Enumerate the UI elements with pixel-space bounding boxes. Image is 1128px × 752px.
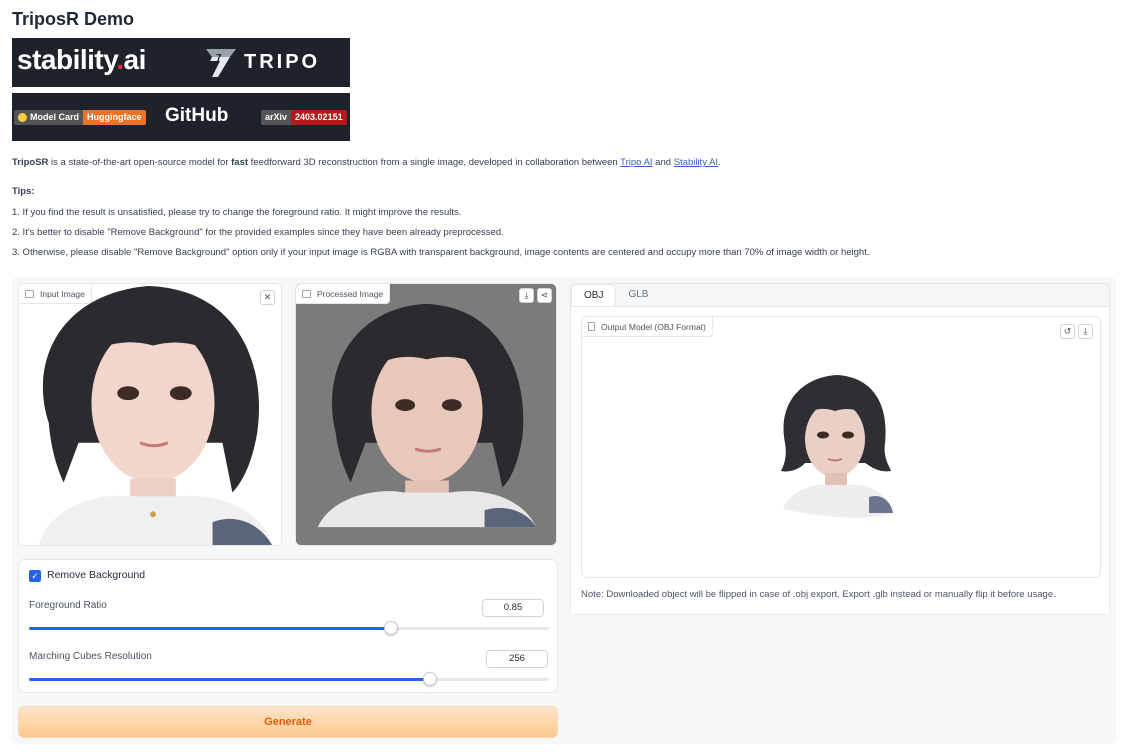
- tip-item: 1. If you find the result is unsatisfied…: [12, 207, 462, 218]
- foreground-ratio-fill: [29, 627, 391, 630]
- share-icon[interactable]: ⋖: [537, 288, 552, 303]
- foreground-ratio-input[interactable]: 0.85: [482, 599, 544, 617]
- file-icon: [588, 322, 595, 331]
- output-tabs: OBJ GLB: [571, 284, 660, 306]
- download-icon[interactable]: ⤓: [519, 288, 534, 303]
- foreground-ratio-label: Foreground Ratio: [29, 600, 107, 611]
- processed-image-panel[interactable]: Processed Image ⤓ ⋖: [295, 283, 557, 546]
- input-image-label-text: Input Image: [40, 288, 85, 299]
- description-end: .: [718, 157, 721, 168]
- tripo-ai-link[interactable]: Tripo AI: [620, 157, 652, 168]
- logo-banner: stability.ai 7 TRIPO: [12, 38, 350, 87]
- description-bold: fast: [231, 157, 249, 168]
- remove-background-checkbox[interactable]: ✓: [29, 570, 41, 582]
- output-panel: OBJ GLB Output Model (OBJ Format) ↺ ⤓ No…: [570, 283, 1110, 615]
- tip-item: 2. It's better to disable "Remove Backgr…: [12, 227, 504, 238]
- github-link[interactable]: GitHub: [165, 105, 228, 127]
- tripo-icon: 7: [206, 49, 236, 77]
- processed-portrait-image: [296, 284, 556, 545]
- links-banner: Model Card Huggingface GitHub arXiv 2403…: [12, 93, 350, 141]
- tab-glb[interactable]: GLB: [616, 284, 660, 306]
- tip-item: 3. Otherwise, please disable "Remove Bac…: [12, 247, 870, 258]
- marching-cubes-fill: [29, 678, 430, 681]
- tab-obj[interactable]: OBJ: [571, 284, 617, 306]
- huggingface-icon: [18, 113, 27, 122]
- marching-cubes-slider[interactable]: [29, 672, 549, 686]
- arxiv-text: arXiv: [261, 110, 292, 125]
- description-text-2: feedforward 3D reconstruction from a sin…: [248, 157, 621, 168]
- arxiv-id: 2403.02151: [291, 110, 347, 125]
- options-panel: ✓ Remove Background Foreground Ratio 0.8…: [18, 559, 558, 693]
- model-viewer[interactable]: Output Model (OBJ Format) ↺ ⤓: [581, 316, 1101, 578]
- download-icon[interactable]: ⤓: [1078, 324, 1093, 339]
- output-model-label-text: Output Model (OBJ Format): [601, 321, 706, 332]
- remove-background-label[interactable]: Remove Background: [47, 569, 145, 581]
- processed-image-label: Processed Image: [296, 284, 391, 304]
- huggingface-text: Huggingface: [83, 110, 146, 125]
- stability-logo-dot: .: [116, 44, 124, 75]
- marching-cubes-input[interactable]: 256: [486, 650, 548, 668]
- stability-logo-text: stability: [17, 44, 117, 75]
- input-portrait-image: [19, 284, 281, 545]
- description-text-1: is a state-of-the-art open-source model …: [48, 157, 232, 168]
- foreground-ratio-slider[interactable]: [29, 621, 549, 635]
- reset-icon[interactable]: ↺: [1060, 324, 1075, 339]
- stability-ai-logo: stability.ai: [17, 44, 146, 76]
- output-note: Note: Downloaded object will be flipped …: [581, 589, 1056, 600]
- output-tab-body: Output Model (OBJ Format) ↺ ⤓ Note: Down…: [571, 306, 1109, 614]
- model-card-badge-left: Model Card: [14, 110, 84, 125]
- description-and: and: [652, 157, 674, 168]
- input-image-panel[interactable]: Input Image ✕: [18, 283, 282, 546]
- stability-ai-link[interactable]: Stability AI: [674, 157, 718, 168]
- description-brand: TripoSR: [12, 157, 49, 168]
- model-card-badge[interactable]: Model Card Huggingface: [14, 110, 146, 125]
- tripo-logo-text: TRIPO: [244, 51, 321, 73]
- output-model-label: Output Model (OBJ Format): [582, 317, 713, 337]
- foreground-ratio-thumb[interactable]: [383, 621, 398, 635]
- close-icon[interactable]: ✕: [260, 290, 275, 305]
- description: TripoSR is a state-of-the-art open-sourc…: [12, 157, 721, 168]
- output-3d-model: [781, 375, 893, 518]
- stability-logo-suffix: ai: [123, 44, 147, 75]
- model-card-text: Model Card: [30, 112, 80, 122]
- page-title: TriposR Demo: [12, 9, 135, 29]
- input-image-label: Input Image: [19, 284, 92, 304]
- generate-button[interactable]: Generate: [18, 706, 558, 738]
- tips-heading: Tips:: [12, 186, 35, 197]
- image-icon: [302, 289, 311, 298]
- svg-text:7: 7: [216, 53, 222, 64]
- marching-cubes-thumb[interactable]: [422, 672, 437, 686]
- image-icon: [25, 289, 34, 298]
- marching-cubes-label: Marching Cubes Resolution: [29, 651, 152, 662]
- arxiv-badge[interactable]: arXiv 2403.02151: [261, 110, 347, 125]
- processed-image-label-text: Processed Image: [317, 288, 384, 299]
